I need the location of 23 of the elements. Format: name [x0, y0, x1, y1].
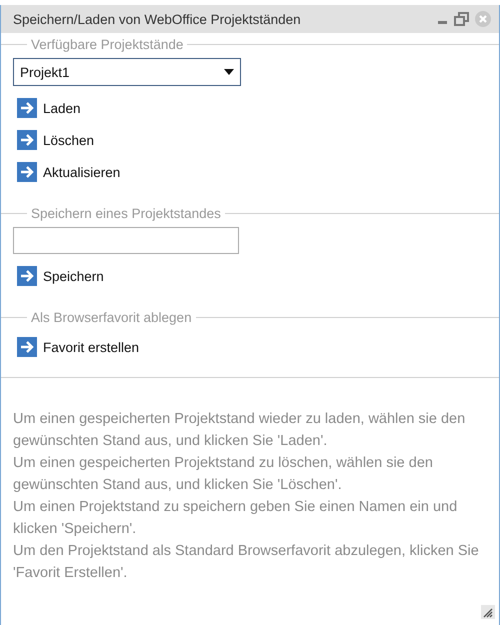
action-link[interactable]: Speichern — [43, 268, 104, 284]
action-link[interactable]: Löschen — [43, 132, 94, 148]
project-dropdown[interactable]: Projekt1 — [13, 58, 241, 86]
action-link[interactable]: Favorit erstellen — [43, 340, 140, 354]
restore-icon[interactable] — [454, 12, 470, 26]
help-text: Um einen Projektstand zu speichern geben Sie einen Namen ein und klicken 'Speichern'. — [13, 498, 458, 539]
window-title: Speichern/Laden von WebOffice Projektständen — [13, 12, 301, 26]
arrow-right-icon[interactable] — [17, 266, 37, 286]
help-text: Um den Projektstand als Standard Browserfavorit abzulegen, klicken Sie 'Favorit Erstellen'. — [13, 542, 480, 583]
section-legend: Verfügbare Projektstände — [27, 37, 188, 52]
section-legend: Speichern eines Projektstandes — [27, 206, 225, 221]
arrow-right-icon[interactable] — [17, 98, 37, 118]
arrow-right-icon[interactable] — [17, 162, 37, 182]
name-input-field[interactable] — [13, 227, 239, 254]
arrow-right-icon[interactable] — [17, 130, 37, 150]
resize-grip-icon[interactable] — [481, 605, 495, 619]
section-legend: Als Browserfavorit ablegen — [27, 310, 196, 325]
caret-icon — [224, 69, 234, 75]
action-link[interactable]: Aktualisieren — [43, 164, 120, 180]
help-text: Um einen gespeicherten Projektstand wieder zu laden, wählen sie den gewünschten Stand aus, und klicken Sie 'Laden'. — [13, 410, 466, 451]
arrow-right-icon[interactable] — [17, 337, 37, 357]
action-link[interactable]: Laden — [43, 100, 81, 116]
help-text: Um einen gespeicherten Projektstand zu löschen, wählen sie den gewünschten Stand aus, und klicken Sie 'Löschen'. — [13, 454, 434, 495]
